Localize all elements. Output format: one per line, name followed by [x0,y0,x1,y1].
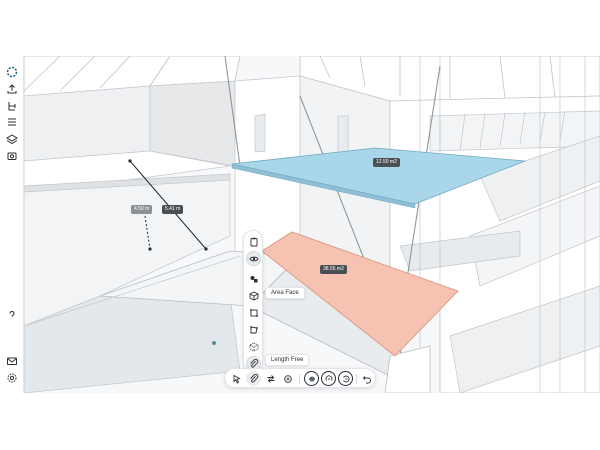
viewer-app: 12.50 m2 38.55 m2 4.50 m 5.41 m Area Fac… [0,56,600,393]
bottom-toolbar [224,368,376,388]
help-icon[interactable] [4,307,20,323]
length-label-b: 5.41 m [162,205,184,214]
area-polygon-icon[interactable] [246,322,261,337]
tooltip-length-free: Length Free [265,354,310,366]
area-rect-icon[interactable] [246,305,261,320]
measure-tool-strip [243,230,263,372]
area-label-top: 12.50 m2 [373,158,400,167]
measure-icon[interactable] [246,371,261,386]
tooltip-area-face: Area Face [265,287,305,299]
select-cursor-icon[interactable] [229,371,244,386]
hierarchy-icon[interactable] [4,98,20,114]
view-top-icon[interactable] [304,371,319,386]
shapes-icon[interactable] [246,271,261,286]
left-sidebar [0,56,24,393]
area-label-bottom: 38.55 m2 [320,265,347,274]
layers-icon[interactable] [4,131,20,147]
list-icon[interactable] [4,114,20,130]
eye-icon[interactable] [246,251,261,266]
area-face-icon[interactable] [246,288,261,303]
view-orbit-icon[interactable] [321,371,336,386]
undo-icon[interactable] [359,371,374,386]
upload-icon[interactable] [4,81,20,97]
volume-icon[interactable] [246,339,261,354]
settings-icon[interactable] [4,370,20,386]
mail-icon[interactable] [4,353,20,369]
3d-viewport[interactable] [0,56,600,393]
app-logo-icon[interactable] [4,64,20,80]
length-label-a: 4.50 m [131,205,153,214]
clipboard-icon[interactable] [246,234,261,249]
camera-icon[interactable] [4,148,20,164]
move-icon[interactable] [263,371,278,386]
rotate-icon[interactable] [280,371,295,386]
view-reset-icon[interactable] [338,371,353,386]
